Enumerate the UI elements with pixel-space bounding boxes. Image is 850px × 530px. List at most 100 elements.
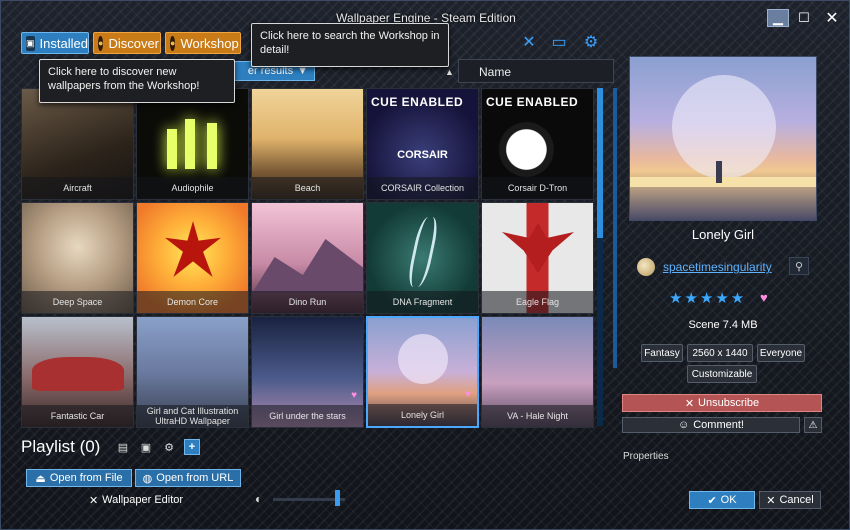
playlist-title: Playlist (0) <box>21 437 101 456</box>
search-author-button[interactable]: ⚲ <box>789 257 809 275</box>
cancel-label: Cancel <box>779 494 814 506</box>
horizon-glow <box>630 177 816 187</box>
rating-stars: ★★★★★ <box>669 290 747 307</box>
wallpaper-tile[interactable]: Dino Run <box>251 202 364 314</box>
report-button[interactable]: ⚠ <box>804 417 822 433</box>
wallpaper-title: Aircraft <box>22 177 133 199</box>
workshop-tab-label: Workshop <box>180 35 239 51</box>
wallpaper-detail-title: Lonely Girl <box>691 227 755 242</box>
upload-icon: ⏏ <box>35 472 46 485</box>
wallpaper-tile[interactable]: Girl and Cat Illustration UltraHD Wallpa… <box>136 316 249 428</box>
save-icon[interactable]: ▣ <box>138 439 154 455</box>
wallpaper-title: VA - Hale Night <box>482 405 593 427</box>
wallpaper-tile[interactable]: CUE ENABLED Corsair D-Tron <box>481 88 594 200</box>
close-button[interactable]: ✕ <box>821 9 843 27</box>
girl-silhouette <box>716 161 722 183</box>
grid-scrollbar[interactable] <box>597 88 603 426</box>
cancel-button[interactable]: ✕ Cancel <box>759 491 821 509</box>
open-from-url-label: Open from URL <box>156 472 234 484</box>
avatar <box>637 258 655 276</box>
wallpaper-title: Deep Space <box>22 291 133 313</box>
wallpaper-title: Audiophile <box>137 177 248 199</box>
app-window: Wallpaper Engine - Steam Edition ▁ ☐ ✕ ▣… <box>0 0 850 530</box>
tools-icon[interactable]: ✕ <box>519 32 539 52</box>
car-shape <box>32 357 124 391</box>
wallpaper-title: CORSAIR Collection <box>367 177 478 199</box>
wallpaper-tile[interactable]: Fantastic Car <box>21 316 134 428</box>
open-from-file-button[interactable]: ⏏ Open from File <box>26 469 132 487</box>
installed-tab[interactable]: ▣ Installed <box>21 32 89 54</box>
brightness-icon: ◐ <box>255 492 263 506</box>
ok-label: OK <box>720 494 737 506</box>
mountain-shape <box>252 239 363 293</box>
sort-select[interactable]: Name <box>458 59 614 83</box>
gear-icon[interactable]: ⚙ <box>161 439 177 455</box>
corsair-logo-text: CORSAIR <box>397 149 448 161</box>
wallpaper-tile[interactable]: VA - Hale Night <box>481 316 594 428</box>
equalizer-bar <box>185 119 195 169</box>
moon-shape <box>398 334 448 384</box>
display-icon[interactable]: ▭ <box>549 32 569 52</box>
settings-gear-icon[interactable]: ⚙ <box>581 32 601 52</box>
search-icon: ⚲ <box>794 260 804 273</box>
wallpaper-editor-label: Wallpaper Editor <box>102 494 184 506</box>
workshop-tooltip: Click here to search the Workshop in det… <box>251 23 449 67</box>
wallpaper-title: Girl and Cat Illustration UltraHD Wallpa… <box>137 405 248 427</box>
ok-button[interactable]: ✔ OK <box>689 491 755 509</box>
comment-label: Comment! <box>693 419 744 431</box>
wallpaper-tile[interactable]: Eagle Flag <box>481 202 594 314</box>
warning-icon: ⚠ <box>808 419 818 431</box>
favorite-heart-icon: ♥ <box>351 390 357 401</box>
unsubscribe-button[interactable]: ✕ Unsubscribe <box>622 394 822 412</box>
open-from-file-label: Open from File <box>49 472 123 484</box>
save-icon: ▣ <box>26 35 35 51</box>
wallpaper-tile[interactable]: Beach <box>251 88 364 200</box>
close-icon: ✕ <box>766 494 776 507</box>
discover-tab[interactable]: ● Discover <box>93 32 161 54</box>
unsubscribe-label: Unsubscribe <box>698 397 760 409</box>
moon-shape <box>672 75 776 179</box>
wallpaper-title: Eagle Flag <box>482 291 593 313</box>
wallpaper-preview <box>629 56 817 221</box>
wallpaper-tile[interactable]: Demon Core <box>136 202 249 314</box>
globe-icon: ◍ <box>142 472 153 485</box>
add-playlist-button[interactable]: + <box>184 439 200 455</box>
wallpaper-tile[interactable]: Aircraft <box>21 88 134 200</box>
favorite-heart-icon[interactable]: ♥ <box>760 290 768 305</box>
wallpaper-tile[interactable]: DNA Fragment <box>366 202 479 314</box>
volume-slider-thumb[interactable] <box>335 490 340 506</box>
folder-icon[interactable]: ▤ <box>115 439 131 455</box>
discover-tooltip: Click here to discover new wallpapers fr… <box>39 59 235 103</box>
open-from-url-button[interactable]: ◍ Open from URL <box>135 469 241 487</box>
wallpaper-title: DNA Fragment <box>367 291 478 313</box>
maximize-button[interactable]: ☐ <box>793 9 815 27</box>
wallpaper-tile[interactable]: Audiophile <box>136 88 249 200</box>
checkmark-icon: ✔ <box>707 494 717 507</box>
properties-header: Properties <box>623 451 669 462</box>
cue-enabled-badge: CUE ENABLED <box>371 95 464 109</box>
genre-tag: Fantasy <box>641 344 683 362</box>
details-scrollbar[interactable] <box>613 88 617 368</box>
wallpaper-title: Corsair D-Tron <box>482 177 593 199</box>
wallpaper-title: Dino Run <box>252 291 363 313</box>
wallpaper-editor-button[interactable]: ✕ Wallpaper Editor <box>81 491 191 509</box>
demon-core-shape <box>165 221 221 277</box>
sort-direction-icon[interactable]: ▲ <box>445 67 454 77</box>
tools-icon: ✕ <box>88 494 99 507</box>
steam-icon: ● <box>170 35 176 51</box>
wallpaper-tile-selected[interactable]: ♥ Lonely Girl <box>366 316 479 428</box>
wallpaper-tile[interactable]: CUE ENABLED CORSAIR CORSAIR Collection <box>366 88 479 200</box>
wallpaper-title: Fantastic Car <box>22 405 133 427</box>
minimize-button[interactable]: ▁ <box>767 9 789 27</box>
wallpaper-tile[interactable]: Deep Space <box>21 202 134 314</box>
wallpaper-title: Lonely Girl <box>368 404 477 426</box>
eagle-emblem <box>502 223 574 273</box>
comment-button[interactable]: ☺ Comment! <box>622 417 800 433</box>
installed-tab-label: Installed <box>39 35 88 51</box>
wallpaper-tile[interactable]: ♥ Girl under the stars <box>251 316 364 428</box>
resolution-tag: 2560 x 1440 <box>687 344 753 362</box>
comment-icon: ☺ <box>678 419 690 431</box>
workshop-tab[interactable]: ● Workshop <box>165 32 241 54</box>
grid-scrollbar-thumb[interactable] <box>597 88 603 238</box>
author-link[interactable]: spacetimesingularity <box>663 260 772 274</box>
